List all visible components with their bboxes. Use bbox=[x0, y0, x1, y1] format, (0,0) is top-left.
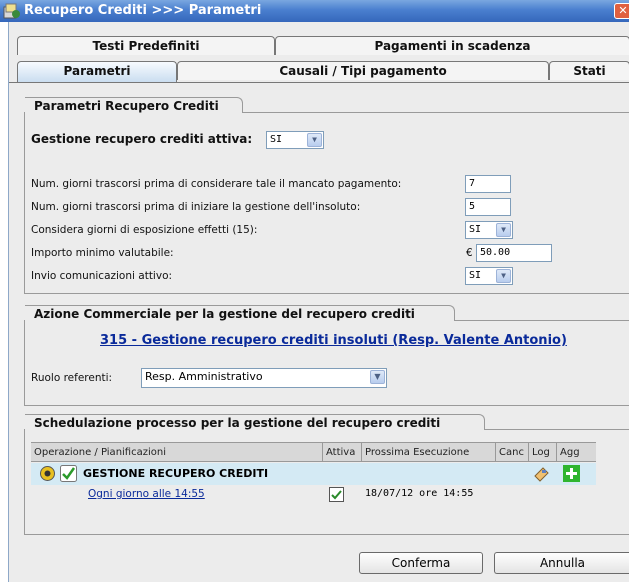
tab-testi-predefiniti[interactable]: Testi Predefiniti bbox=[17, 36, 275, 55]
col-log: Log bbox=[529, 443, 557, 462]
confirm-button[interactable]: Conferma bbox=[359, 552, 483, 574]
next-execution: 18/07/12 ore 14:55 bbox=[365, 488, 474, 499]
chevron-down-icon: ▼ bbox=[370, 370, 385, 384]
gestione-label: Gestione recupero crediti attiva: bbox=[31, 132, 253, 146]
chevron-down-icon: ▼ bbox=[496, 223, 511, 237]
giorni-mancato-label: Num. giorni trascorsi prima di considera… bbox=[31, 178, 402, 190]
schedule-link[interactable]: Ogni giorno alle 14:55 bbox=[88, 488, 205, 500]
azione-legend: Azione Commerciale per la gestione del r… bbox=[34, 307, 415, 321]
invio-select[interactable]: SI ▼ bbox=[465, 267, 513, 285]
ruolo-label: Ruolo referenti: bbox=[31, 372, 113, 384]
col-prossima-esecuzione: Prossima Esecuzione bbox=[362, 443, 496, 462]
invio-label: Invio comunicazioni attivo: bbox=[31, 270, 173, 282]
tab-content: Parametri Recupero Crediti Gestione recu… bbox=[9, 82, 629, 564]
group-name: GESTIONE RECUPERO CREDITI bbox=[83, 467, 269, 480]
attiva-checkbox[interactable] bbox=[329, 487, 344, 502]
gear-icon[interactable] bbox=[39, 465, 56, 482]
col-attiva: Attiva bbox=[323, 443, 362, 462]
chevron-down-icon: ▼ bbox=[496, 269, 511, 283]
schedulazione-legend: Schedulazione processo per la gestione d… bbox=[34, 416, 441, 430]
giorni-mancato-input[interactable]: 7 bbox=[465, 175, 511, 193]
dialog-body: Testi Predefiniti Pagamenti in scadenza … bbox=[8, 22, 629, 582]
log-icon[interactable] bbox=[533, 466, 550, 482]
azione-link-text[interactable]: 315 - Gestione recupero crediti insoluti… bbox=[100, 333, 567, 348]
app-icon bbox=[3, 3, 20, 19]
euro-symbol: € bbox=[466, 247, 473, 259]
parametri-legend: Parametri Recupero Crediti bbox=[34, 99, 219, 113]
azione-link[interactable]: 315 - Gestione recupero crediti insoluti… bbox=[100, 333, 567, 348]
ruolo-select[interactable]: Resp. Amministrativo ▼ bbox=[141, 368, 387, 388]
checkmark-icon bbox=[60, 465, 77, 482]
importo-input[interactable]: 50.00 bbox=[476, 244, 552, 262]
col-operazione: Operazione / Pianificazioni bbox=[31, 443, 323, 462]
table-header: Operazione / Pianificazioni Attiva Pross… bbox=[31, 442, 596, 462]
giorni-insoluto-input[interactable]: 5 bbox=[465, 198, 511, 216]
esposizione-label: Considera giorni di esposizione effetti … bbox=[31, 224, 258, 236]
group-row: GESTIONE RECUPERO CREDITI bbox=[31, 463, 596, 485]
window-title: Recupero Crediti >>> Parametri bbox=[24, 3, 262, 18]
tab-pagamenti-in-scadenza[interactable]: Pagamenti in scadenza bbox=[275, 36, 629, 55]
table-row: Ogni giorno alle 14:55 18/07/12 ore 14:5… bbox=[31, 485, 596, 505]
importo-label: Importo minimo valutabile: bbox=[31, 247, 174, 259]
col-agg: Agg bbox=[560, 447, 580, 458]
cancel-button[interactable]: Annulla bbox=[494, 552, 629, 574]
chevron-down-icon: ▼ bbox=[307, 133, 322, 147]
esposizione-select[interactable]: SI ▼ bbox=[465, 221, 513, 239]
col-canc: Canc bbox=[496, 443, 529, 462]
add-icon[interactable] bbox=[563, 465, 580, 482]
tab-parametri[interactable]: Parametri bbox=[17, 61, 177, 83]
window-title-bar: Recupero Crediti >>> Parametri ✕ bbox=[0, 0, 629, 22]
tab-causali-tipi-pagamento[interactable]: Causali / Tipi pagamento bbox=[177, 61, 549, 80]
close-button[interactable]: ✕ bbox=[614, 3, 629, 19]
gestione-select[interactable]: SI ▼ bbox=[266, 131, 324, 149]
tab-stati[interactable]: Stati bbox=[549, 61, 629, 80]
giorni-insoluto-label: Num. giorni trascorsi prima di iniziare … bbox=[31, 201, 361, 213]
